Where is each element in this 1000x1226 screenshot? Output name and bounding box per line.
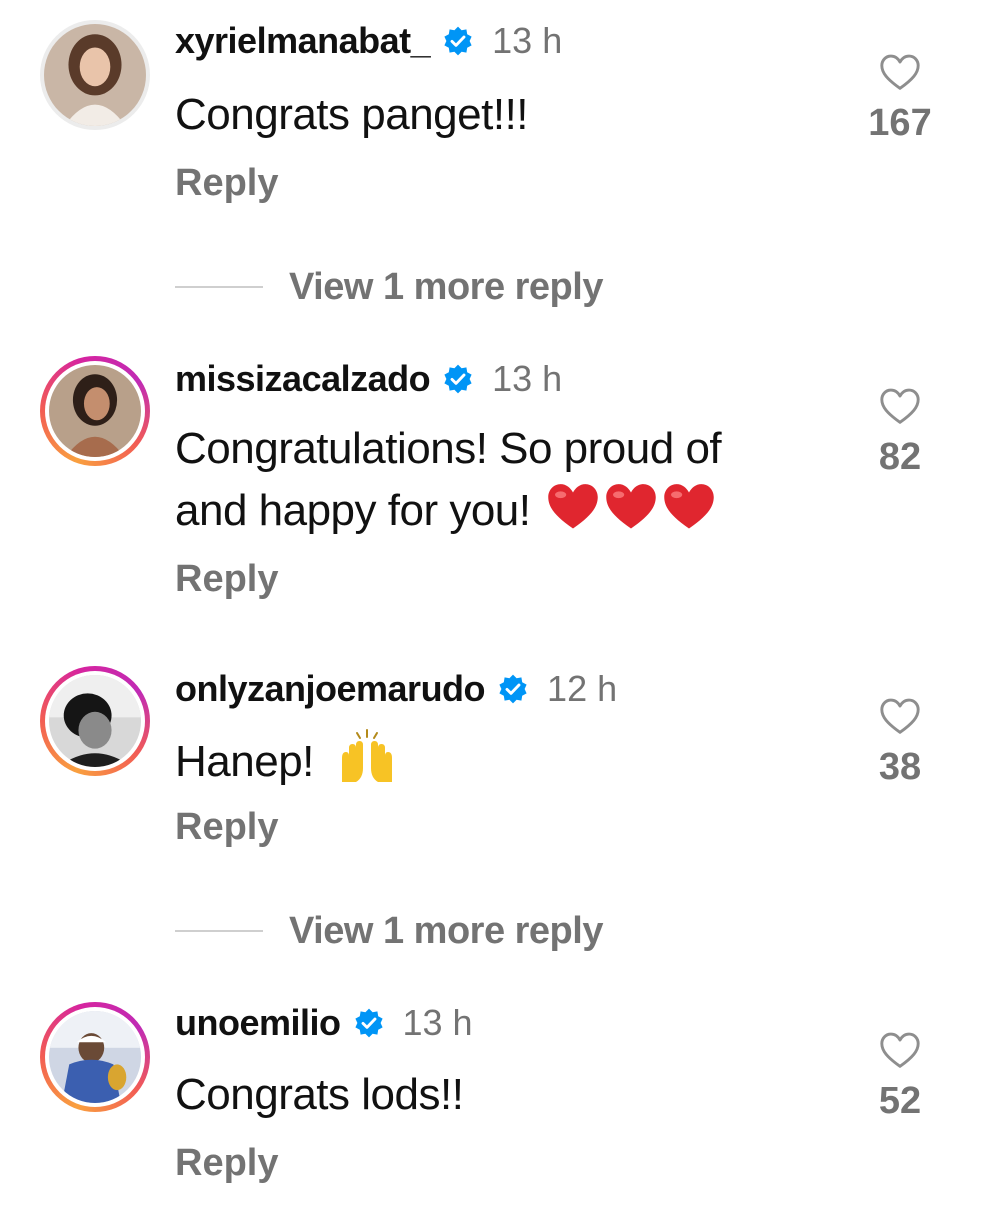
comment-text: Congrats panget!!! <box>175 84 865 146</box>
red-heart-emoji-icon <box>548 484 598 529</box>
verified-badge-icon <box>354 1008 383 1038</box>
heart-outline-icon[interactable] <box>878 696 922 736</box>
like-control: 38 <box>855 696 945 789</box>
like-count: 82 <box>878 436 922 478</box>
comment-time: 13 h <box>492 358 563 399</box>
comment-time: 12 h <box>547 668 618 709</box>
like-count: 38 <box>878 746 922 788</box>
like-control: 52 <box>855 1030 945 1123</box>
heart-outline-icon[interactable] <box>878 1030 922 1070</box>
avatar-photo <box>49 675 141 767</box>
comment-time: 13 h <box>492 20 563 61</box>
comment-time: 13 h <box>402 1002 473 1043</box>
like-control: 82 <box>855 386 945 479</box>
verified-badge-icon <box>444 26 472 56</box>
reply-button[interactable]: Reply <box>175 806 278 849</box>
comment-text: Congrats lods!! <box>175 1064 865 1126</box>
view-more-replies[interactable]: View 1 more reply <box>175 262 603 312</box>
comment-text-content: Congrats lods!! <box>175 1070 464 1119</box>
view-more-replies[interactable]: View 1 more reply <box>175 906 603 956</box>
view-more-label[interactable]: View 1 more reply <box>289 910 603 953</box>
comment-text-content: Hanep! <box>175 737 314 786</box>
comment-text-line: Congratulations! So proud of <box>175 424 722 473</box>
raising-hands-emoji-icon <box>341 729 392 782</box>
avatar-photo <box>44 24 146 126</box>
verified-badge-icon <box>444 364 472 394</box>
avatar-photo <box>49 365 141 457</box>
comment-text: Congratulations! So proud of and happy f… <box>175 418 865 542</box>
avatar[interactable] <box>40 666 150 776</box>
comment-text-content: Congrats panget!!! <box>175 90 529 139</box>
avatar-photo <box>49 1011 141 1103</box>
username[interactable]: unoemilio <box>175 1002 341 1044</box>
username[interactable]: missizacalzado <box>175 358 431 400</box>
red-heart-emoji-icon <box>664 484 714 529</box>
reply-button[interactable]: Reply <box>175 1142 278 1185</box>
reply-button[interactable]: Reply <box>175 558 278 601</box>
heart-outline-icon[interactable] <box>878 386 922 426</box>
username[interactable]: onlyzanjoemarudo <box>175 668 486 710</box>
view-more-divider <box>175 930 263 932</box>
heart-outline-icon[interactable] <box>878 52 922 92</box>
avatar[interactable] <box>40 20 150 130</box>
view-more-label[interactable]: View 1 more reply <box>289 266 603 309</box>
like-count: 52 <box>878 1080 922 1122</box>
like-count: 167 <box>868 102 932 144</box>
username[interactable]: xyrielmanabat_ <box>175 20 431 62</box>
avatar[interactable] <box>40 1002 150 1112</box>
comment-text: Hanep! <box>175 728 865 793</box>
comment-text-content: and happy for you! <box>175 486 531 535</box>
red-heart-emoji-icon <box>606 484 656 529</box>
comment-text-line-2: and happy for you! <box>175 480 865 542</box>
avatar[interactable] <box>40 356 150 466</box>
reply-button[interactable]: Reply <box>175 162 278 205</box>
verified-badge-icon <box>499 674 527 704</box>
view-more-divider <box>175 286 263 288</box>
like-control: 167 <box>855 52 945 145</box>
